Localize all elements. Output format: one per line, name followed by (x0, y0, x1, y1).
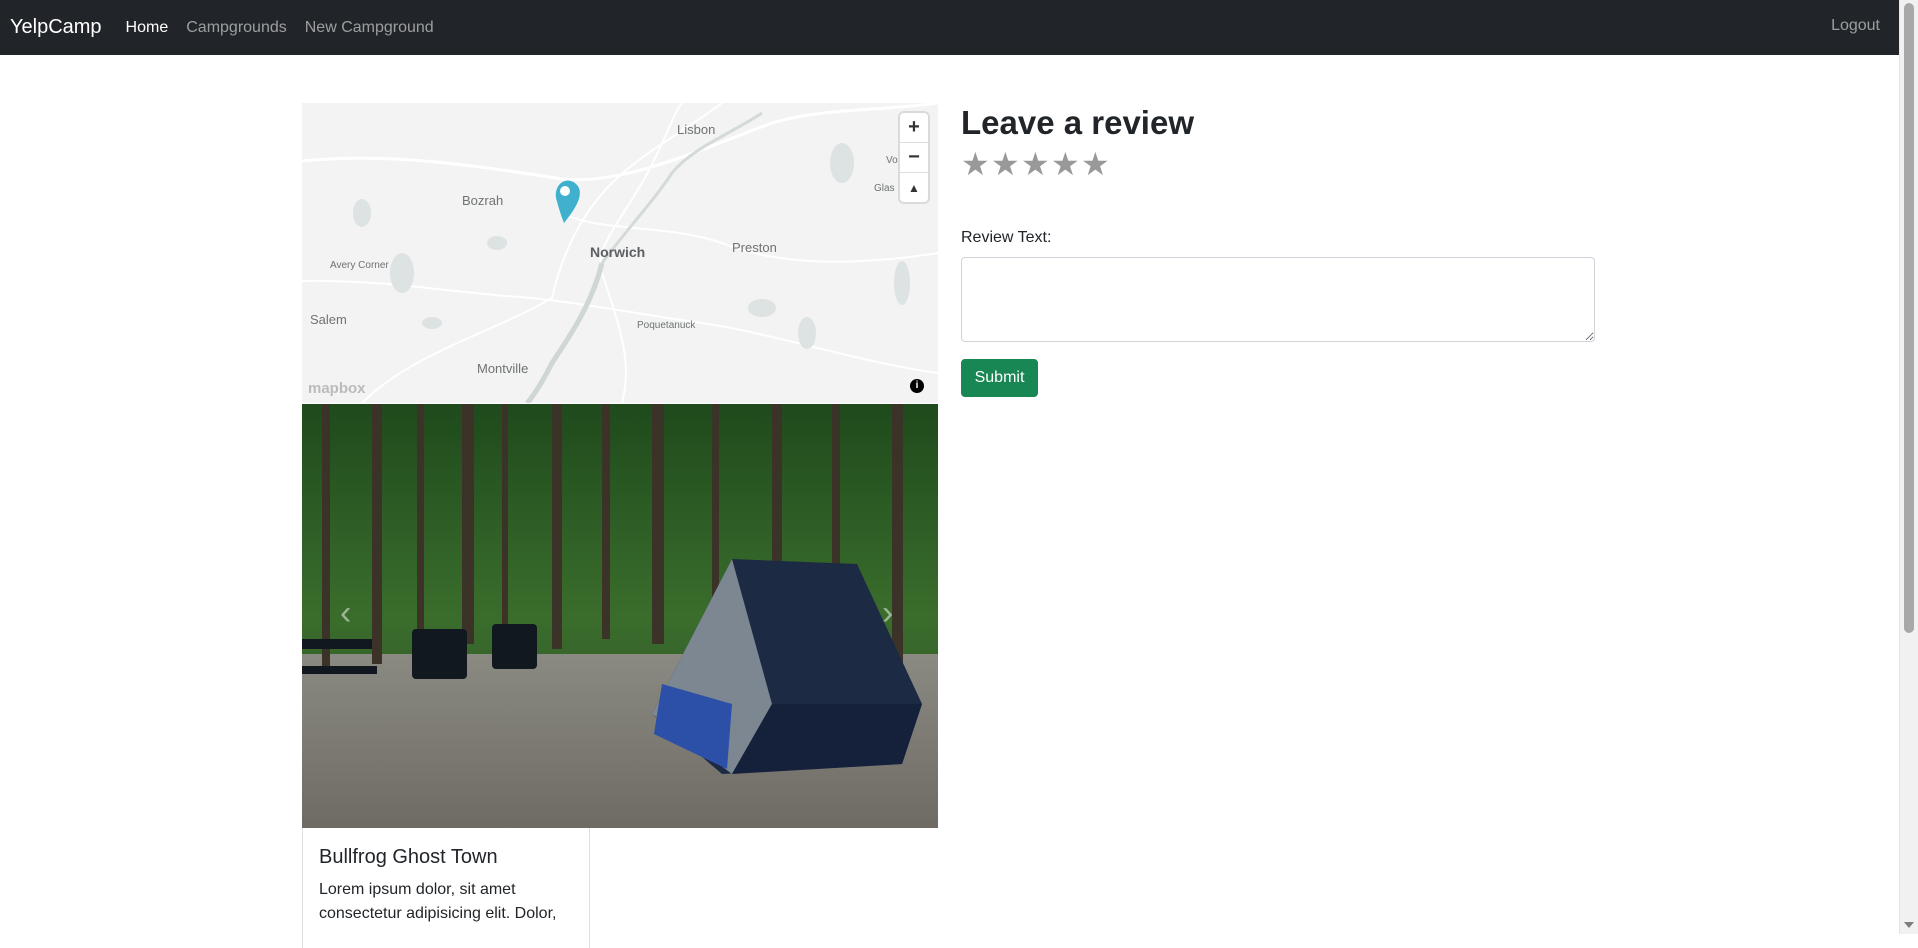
review-heading: Leave a review (961, 104, 1194, 141)
star-rating[interactable]: ★ ★ ★ ★ ★ (961, 148, 1111, 180)
star-icon[interactable]: ★ (961, 148, 991, 180)
map-controls: + − ▲ (900, 113, 928, 202)
zoom-out-button[interactable]: − (900, 143, 928, 173)
nav-home-link[interactable]: Home (126, 19, 169, 37)
star-icon[interactable]: ★ (1081, 148, 1111, 180)
map-label-avery-corner: Avery Corner (330, 260, 389, 271)
compass-icon[interactable]: ▲ (900, 173, 928, 202)
map-label-preston: Preston (732, 240, 777, 255)
zoom-in-button[interactable]: + (900, 113, 928, 143)
map-label-norwich: Norwich (590, 244, 646, 260)
mapbox-logo[interactable]: mapbox (308, 380, 366, 397)
map-label-vo: Vo (886, 155, 898, 166)
campground-photo-carousel[interactable]: ‹ › (302, 404, 938, 828)
review-text-field[interactable] (961, 257, 1595, 342)
campground-map[interactable]: Lisbon Bozrah Norwich Preston Avery Corn… (302, 103, 938, 403)
scroll-down-arrow-icon[interactable] (1904, 922, 1914, 928)
info-icon[interactable]: i (910, 379, 924, 393)
campground-card: Bullfrog Ghost Town Lorem ipsum dolor, s… (302, 828, 590, 948)
brand-link[interactable]: YelpCamp (10, 16, 102, 39)
map-label-bozrah: Bozrah (462, 193, 504, 208)
map-label-glas: Glas (874, 183, 895, 194)
page-scrollbar[interactable] (1899, 0, 1918, 934)
logout-link[interactable]: Logout (1831, 17, 1880, 35)
review-text-label: Review Text: (961, 229, 1052, 246)
nav-new-campground-link[interactable]: New Campground (305, 19, 434, 37)
scrollbar-thumb[interactable] (1904, 3, 1914, 633)
carousel-prev-icon[interactable]: ‹ (340, 594, 351, 633)
map-label-poquetanuck: Poquetanuck (637, 320, 696, 331)
navbar: YelpCamp Home Campgrounds New Campground… (0, 0, 1900, 55)
map-label-salem: Salem (310, 312, 347, 327)
campground-photo (302, 404, 938, 828)
campground-description: Lorem ipsum dolor, sit amet consectetur … (319, 881, 557, 922)
carousel-next-icon[interactable]: › (882, 594, 893, 633)
star-icon[interactable]: ★ (1021, 148, 1051, 180)
submit-button[interactable]: Submit (961, 359, 1038, 397)
map-label-montville: Montville (477, 361, 529, 376)
map-label-lisbon: Lisbon (677, 122, 716, 137)
nav-campgrounds-link[interactable]: Campgrounds (186, 19, 287, 37)
star-icon[interactable]: ★ (1051, 148, 1081, 180)
star-icon[interactable]: ★ (991, 148, 1021, 180)
campground-title: Bullfrog Ghost Town (319, 846, 498, 868)
